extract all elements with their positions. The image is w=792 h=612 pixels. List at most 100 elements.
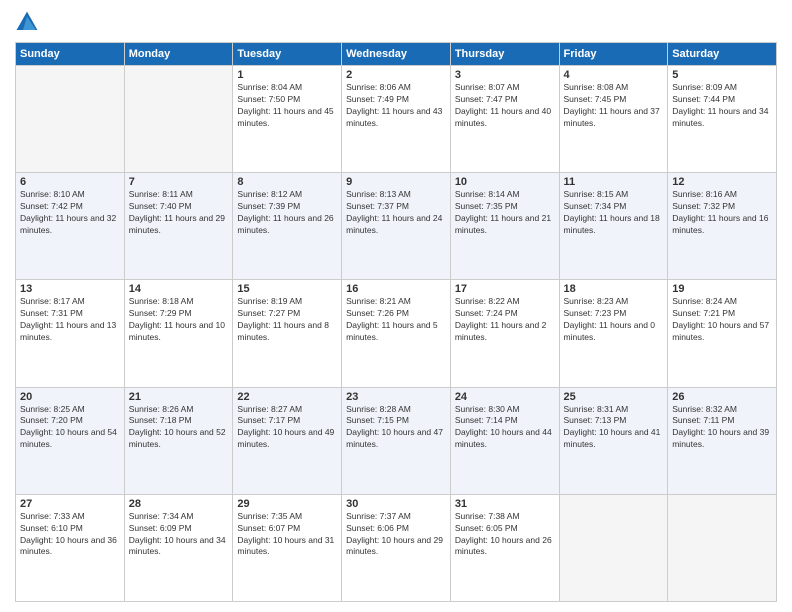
day-number: 9 bbox=[346, 176, 446, 188]
day-cell: 17Sunrise: 8:22 AMSunset: 7:24 PMDayligh… bbox=[450, 280, 559, 387]
day-info: Sunrise: 8:04 AMSunset: 7:50 PMDaylight:… bbox=[237, 82, 337, 130]
day-info: Sunrise: 8:14 AMSunset: 7:35 PMDaylight:… bbox=[455, 189, 555, 237]
day-info: Sunrise: 8:25 AMSunset: 7:20 PMDaylight:… bbox=[20, 404, 120, 452]
day-number: 12 bbox=[672, 176, 772, 188]
day-number: 30 bbox=[346, 498, 446, 510]
day-number: 6 bbox=[20, 176, 120, 188]
weekday-header-friday: Friday bbox=[559, 43, 668, 66]
week-row-2: 6Sunrise: 8:10 AMSunset: 7:42 PMDaylight… bbox=[16, 173, 777, 280]
day-cell: 12Sunrise: 8:16 AMSunset: 7:32 PMDayligh… bbox=[668, 173, 777, 280]
day-cell: 4Sunrise: 8:08 AMSunset: 7:45 PMDaylight… bbox=[559, 66, 668, 173]
day-info: Sunrise: 8:16 AMSunset: 7:32 PMDaylight:… bbox=[672, 189, 772, 237]
day-info: Sunrise: 8:10 AMSunset: 7:42 PMDaylight:… bbox=[20, 189, 120, 237]
weekday-header-tuesday: Tuesday bbox=[233, 43, 342, 66]
day-info: Sunrise: 7:35 AMSunset: 6:07 PMDaylight:… bbox=[237, 511, 337, 559]
day-info: Sunrise: 8:17 AMSunset: 7:31 PMDaylight:… bbox=[20, 296, 120, 344]
day-cell bbox=[559, 494, 668, 601]
day-info: Sunrise: 7:33 AMSunset: 6:10 PMDaylight:… bbox=[20, 511, 120, 559]
day-info: Sunrise: 8:23 AMSunset: 7:23 PMDaylight:… bbox=[564, 296, 664, 344]
day-cell: 6Sunrise: 8:10 AMSunset: 7:42 PMDaylight… bbox=[16, 173, 125, 280]
header bbox=[15, 10, 777, 34]
day-number: 1 bbox=[237, 69, 337, 81]
day-cell: 31Sunrise: 7:38 AMSunset: 6:05 PMDayligh… bbox=[450, 494, 559, 601]
day-info: Sunrise: 8:24 AMSunset: 7:21 PMDaylight:… bbox=[672, 296, 772, 344]
day-cell: 3Sunrise: 8:07 AMSunset: 7:47 PMDaylight… bbox=[450, 66, 559, 173]
day-cell: 11Sunrise: 8:15 AMSunset: 7:34 PMDayligh… bbox=[559, 173, 668, 280]
day-cell: 30Sunrise: 7:37 AMSunset: 6:06 PMDayligh… bbox=[342, 494, 451, 601]
day-number: 15 bbox=[237, 283, 337, 295]
day-number: 19 bbox=[672, 283, 772, 295]
day-number: 7 bbox=[129, 176, 229, 188]
page: SundayMondayTuesdayWednesdayThursdayFrid… bbox=[0, 0, 792, 612]
day-number: 17 bbox=[455, 283, 555, 295]
day-cell: 25Sunrise: 8:31 AMSunset: 7:13 PMDayligh… bbox=[559, 387, 668, 494]
logo bbox=[15, 10, 43, 34]
day-number: 14 bbox=[129, 283, 229, 295]
day-cell: 14Sunrise: 8:18 AMSunset: 7:29 PMDayligh… bbox=[124, 280, 233, 387]
day-cell: 2Sunrise: 8:06 AMSunset: 7:49 PMDaylight… bbox=[342, 66, 451, 173]
day-cell: 9Sunrise: 8:13 AMSunset: 7:37 PMDaylight… bbox=[342, 173, 451, 280]
day-number: 25 bbox=[564, 391, 664, 403]
day-cell: 5Sunrise: 8:09 AMSunset: 7:44 PMDaylight… bbox=[668, 66, 777, 173]
day-number: 27 bbox=[20, 498, 120, 510]
day-info: Sunrise: 7:34 AMSunset: 6:09 PMDaylight:… bbox=[129, 511, 229, 559]
day-number: 26 bbox=[672, 391, 772, 403]
day-cell bbox=[16, 66, 125, 173]
day-number: 4 bbox=[564, 69, 664, 81]
day-cell: 21Sunrise: 8:26 AMSunset: 7:18 PMDayligh… bbox=[124, 387, 233, 494]
day-info: Sunrise: 8:30 AMSunset: 7:14 PMDaylight:… bbox=[455, 404, 555, 452]
logo-icon bbox=[15, 10, 39, 34]
day-cell: 10Sunrise: 8:14 AMSunset: 7:35 PMDayligh… bbox=[450, 173, 559, 280]
day-number: 28 bbox=[129, 498, 229, 510]
week-row-4: 20Sunrise: 8:25 AMSunset: 7:20 PMDayligh… bbox=[16, 387, 777, 494]
day-info: Sunrise: 8:11 AMSunset: 7:40 PMDaylight:… bbox=[129, 189, 229, 237]
day-info: Sunrise: 8:21 AMSunset: 7:26 PMDaylight:… bbox=[346, 296, 446, 344]
day-number: 29 bbox=[237, 498, 337, 510]
day-info: Sunrise: 8:07 AMSunset: 7:47 PMDaylight:… bbox=[455, 82, 555, 130]
day-number: 23 bbox=[346, 391, 446, 403]
day-number: 13 bbox=[20, 283, 120, 295]
day-info: Sunrise: 8:06 AMSunset: 7:49 PMDaylight:… bbox=[346, 82, 446, 130]
day-info: Sunrise: 8:28 AMSunset: 7:15 PMDaylight:… bbox=[346, 404, 446, 452]
day-cell: 23Sunrise: 8:28 AMSunset: 7:15 PMDayligh… bbox=[342, 387, 451, 494]
day-cell: 19Sunrise: 8:24 AMSunset: 7:21 PMDayligh… bbox=[668, 280, 777, 387]
day-info: Sunrise: 8:09 AMSunset: 7:44 PMDaylight:… bbox=[672, 82, 772, 130]
day-cell: 24Sunrise: 8:30 AMSunset: 7:14 PMDayligh… bbox=[450, 387, 559, 494]
day-info: Sunrise: 8:08 AMSunset: 7:45 PMDaylight:… bbox=[564, 82, 664, 130]
day-info: Sunrise: 8:27 AMSunset: 7:17 PMDaylight:… bbox=[237, 404, 337, 452]
day-info: Sunrise: 7:38 AMSunset: 6:05 PMDaylight:… bbox=[455, 511, 555, 559]
week-row-3: 13Sunrise: 8:17 AMSunset: 7:31 PMDayligh… bbox=[16, 280, 777, 387]
weekday-header-monday: Monday bbox=[124, 43, 233, 66]
day-info: Sunrise: 8:32 AMSunset: 7:11 PMDaylight:… bbox=[672, 404, 772, 452]
day-info: Sunrise: 8:26 AMSunset: 7:18 PMDaylight:… bbox=[129, 404, 229, 452]
day-cell: 7Sunrise: 8:11 AMSunset: 7:40 PMDaylight… bbox=[124, 173, 233, 280]
day-info: Sunrise: 8:15 AMSunset: 7:34 PMDaylight:… bbox=[564, 189, 664, 237]
day-cell: 15Sunrise: 8:19 AMSunset: 7:27 PMDayligh… bbox=[233, 280, 342, 387]
day-number: 21 bbox=[129, 391, 229, 403]
week-row-5: 27Sunrise: 7:33 AMSunset: 6:10 PMDayligh… bbox=[16, 494, 777, 601]
day-number: 8 bbox=[237, 176, 337, 188]
weekday-header-sunday: Sunday bbox=[16, 43, 125, 66]
day-number: 5 bbox=[672, 69, 772, 81]
day-cell bbox=[668, 494, 777, 601]
day-cell: 26Sunrise: 8:32 AMSunset: 7:11 PMDayligh… bbox=[668, 387, 777, 494]
day-cell: 22Sunrise: 8:27 AMSunset: 7:17 PMDayligh… bbox=[233, 387, 342, 494]
day-cell: 28Sunrise: 7:34 AMSunset: 6:09 PMDayligh… bbox=[124, 494, 233, 601]
day-number: 31 bbox=[455, 498, 555, 510]
day-number: 20 bbox=[20, 391, 120, 403]
day-info: Sunrise: 8:18 AMSunset: 7:29 PMDaylight:… bbox=[129, 296, 229, 344]
day-number: 10 bbox=[455, 176, 555, 188]
day-number: 22 bbox=[237, 391, 337, 403]
weekday-header-wednesday: Wednesday bbox=[342, 43, 451, 66]
day-number: 18 bbox=[564, 283, 664, 295]
day-info: Sunrise: 8:22 AMSunset: 7:24 PMDaylight:… bbox=[455, 296, 555, 344]
day-cell: 29Sunrise: 7:35 AMSunset: 6:07 PMDayligh… bbox=[233, 494, 342, 601]
day-number: 11 bbox=[564, 176, 664, 188]
day-cell: 16Sunrise: 8:21 AMSunset: 7:26 PMDayligh… bbox=[342, 280, 451, 387]
day-info: Sunrise: 8:19 AMSunset: 7:27 PMDaylight:… bbox=[237, 296, 337, 344]
day-cell: 8Sunrise: 8:12 AMSunset: 7:39 PMDaylight… bbox=[233, 173, 342, 280]
day-cell: 27Sunrise: 7:33 AMSunset: 6:10 PMDayligh… bbox=[16, 494, 125, 601]
calendar-table: SundayMondayTuesdayWednesdayThursdayFrid… bbox=[15, 42, 777, 602]
day-number: 2 bbox=[346, 69, 446, 81]
day-info: Sunrise: 8:31 AMSunset: 7:13 PMDaylight:… bbox=[564, 404, 664, 452]
